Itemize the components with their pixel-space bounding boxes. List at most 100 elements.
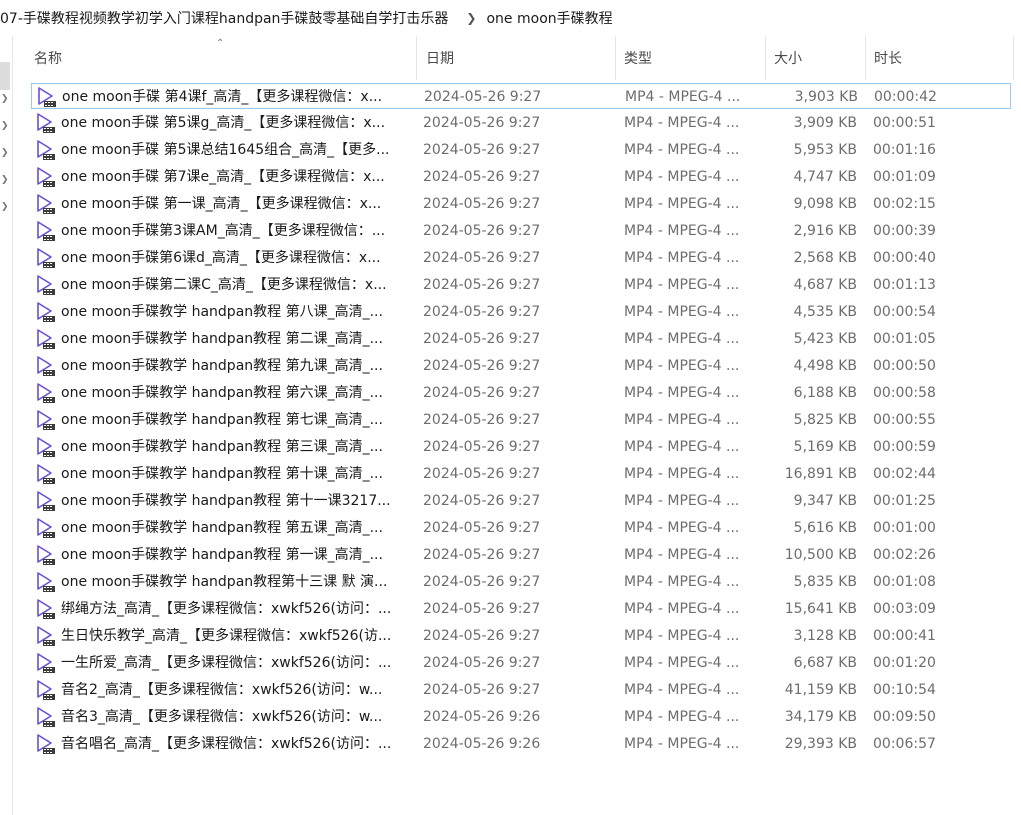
file-row[interactable]: one moon手碟教学 handpan教程 第八课_高清_... 2024-05… [31,299,1011,325]
chevron-right-icon[interactable]: ❯ [452,11,486,25]
file-row[interactable]: one moon手碟教学 handpan教程 第二课_高清_... 2024-05… [31,326,1011,352]
file-row[interactable]: one moon手碟教学 handpan教程 第九课_高清_... 2024-05… [31,353,1011,379]
file-name: 绑绳方法_高清_【更多课程微信：xwkf526(访问：... [61,601,392,617]
file-row[interactable]: one moon手碟教学 handpan教程 第七课_高清_... 2024-05… [31,407,1011,433]
file-size: 2,568 KB [793,250,857,266]
file-row[interactable]: one moon手碟教学 handpan教程 第十一课3217... 2024-0… [31,488,1011,514]
file-row[interactable]: 音名2_高清_【更多课程微信：xwkf526(访问：w... 2024-05-26… [31,677,1011,703]
file-name: one moon手碟教学 handpan教程 第九课_高清_... [61,358,383,374]
file-row[interactable]: 音名3_高清_【更多课程微信：xwkf526(访问：w... 2024-05-26… [31,704,1011,730]
file-row[interactable]: one moon手碟 第5课总结1645组合_高清_【更多... 2024-05-… [31,137,1011,163]
video-file-icon [34,382,56,404]
file-name: one moon手碟教学 handpan教程 第二课_高清_... [61,331,383,347]
breadcrumb-current[interactable]: one moon手碟教程 [486,8,616,28]
file-type: MP4 - MPEG-4 ... [625,89,741,105]
file-type: MP4 - MPEG-4 ... [624,196,740,212]
file-date: 2024-05-26 9:26 [423,709,541,725]
file-duration: 00:01:20 [873,655,936,671]
chevron-right-icon[interactable]: ❯ [1,94,9,104]
video-file-icon [34,274,56,296]
file-row[interactable]: one moon手碟教学 handpan教程第十三课 默 演... 2024-05… [31,569,1011,595]
file-type: MP4 - MPEG-4 ... [624,520,740,536]
video-file-icon [34,139,56,161]
file-row[interactable]: one moon手碟教学 handpan教程 第六课_高清_... 2024-05… [31,380,1011,406]
video-file-icon [34,166,56,188]
file-size: 5,616 KB [793,520,857,536]
file-name: one moon手碟教学 handpan教程 第一课_高清_... [61,547,383,563]
file-name: one moon手碟教学 handpan教程 第七课_高清_... [61,412,383,428]
chevron-right-icon[interactable]: ❯ [1,121,9,131]
file-row[interactable]: one moon手碟 第7课e_高清_【更多课程微信：x... 2024-05-2… [31,164,1011,190]
file-size: 5,825 KB [793,412,857,428]
chevron-right-icon[interactable]: ❯ [1,202,9,212]
file-type: MP4 - MPEG-4 ... [624,115,740,131]
file-type: MP4 - MPEG-4 ... [624,223,740,239]
file-type: MP4 - MPEG-4 ... [624,628,740,644]
file-date: 2024-05-26 9:27 [423,196,541,212]
video-file-icon [34,544,56,566]
file-row[interactable]: 绑绳方法_高清_【更多课程微信：xwkf526(访问：... 2024-05-26… [31,596,1011,622]
column-header-duration[interactable]: 时长 [862,36,1014,80]
column-header-type[interactable]: 类型 [612,36,766,80]
file-date: 2024-05-26 9:27 [423,655,541,671]
file-name: one moon手碟教学 handpan教程 第六课_高清_... [61,385,383,401]
file-size: 34,179 KB [784,709,857,725]
file-row[interactable]: one moon手碟教学 handpan教程 第五课_高清_... 2024-05… [31,515,1011,541]
file-type: MP4 - MPEG-4 ... [624,682,740,698]
file-date: 2024-05-26 9:27 [424,89,542,105]
file-row[interactable]: one moon手碟教学 handpan教程 第一课_高清_... 2024-05… [31,542,1011,568]
chevron-right-icon[interactable]: ❯ [1,175,9,185]
file-size: 3,128 KB [793,628,857,644]
navigation-pane: ❯ ❯ ❯ ❯ ❯ [0,36,13,815]
file-duration: 00:01:13 [873,277,936,293]
nav-selected-item[interactable] [0,62,10,90]
file-date: 2024-05-26 9:27 [423,250,541,266]
file-row[interactable]: one moon手碟 第5课g_高清_【更多课程微信：x... 2024-05-2… [31,110,1011,136]
chevron-right-icon[interactable]: ❯ [1,148,9,158]
file-row[interactable]: 音名唱名_高清_【更多课程微信：xwkf526(访问：... 2024-05-26… [31,731,1011,757]
file-size: 4,535 KB [793,304,857,320]
column-header-date[interactable]: 日期 [414,36,616,80]
column-date-label: 日期 [426,51,454,67]
file-row[interactable]: one moon手碟第6课d_高清_【更多课程微信：x... 2024-05-26… [31,245,1011,271]
file-row[interactable]: one moon手碟教学 handpan教程 第三课_高清_... 2024-05… [31,434,1011,460]
file-date: 2024-05-26 9:27 [423,142,541,158]
file-row[interactable]: 生日快乐教学_高清_【更多课程微信：xwkf526(访... 2024-05-26… [31,623,1011,649]
file-row[interactable]: one moon手碟教学 handpan教程 第十课_高清_... 2024-05… [31,461,1011,487]
file-duration: 00:06:57 [873,736,936,752]
video-file-icon [34,679,56,701]
file-date: 2024-05-26 9:27 [423,493,541,509]
file-type: MP4 - MPEG-4 ... [624,331,740,347]
file-type: MP4 - MPEG-4 ... [624,142,740,158]
file-name: 生日快乐教学_高清_【更多课程微信：xwkf526(访... [61,628,392,644]
file-row[interactable]: one moon手碟 第4课f_高清_【更多课程微信：x... 2024-05-2… [31,83,1011,109]
file-name: one moon手碟 第5课g_高清_【更多课程微信：x... [61,115,386,131]
file-type: MP4 - MPEG-4 ... [624,655,740,671]
file-size: 41,159 KB [784,682,857,698]
file-name: one moon手碟教学 handpan教程 第十课_高清_... [61,466,383,482]
file-duration: 00:01:08 [873,574,936,590]
video-file-icon [34,328,56,350]
breadcrumb: 07-手碟教程视频教学初学入门课程handpan手碟鼓零基础自学打击乐器 ❯ o… [0,0,1021,36]
column-header-name[interactable]: 名称 [22,36,417,80]
file-duration: 00:01:05 [873,331,936,347]
column-header-size[interactable]: 大小 [762,36,866,80]
file-duration: 00:00:59 [873,439,936,455]
file-size: 4,687 KB [793,277,857,293]
breadcrumb-parent[interactable]: 07-手碟教程视频教学初学入门课程handpan手碟鼓零基础自学打击乐器 [0,8,452,28]
column-header: ⌃ 名称 日期 类型 大小 时长 [22,36,1021,80]
file-row[interactable]: 一生所爱_高清_【更多课程微信：xwkf526(访问：... 2024-05-26… [31,650,1011,676]
video-file-icon [34,409,56,431]
file-date: 2024-05-26 9:27 [423,466,541,482]
file-row[interactable]: one moon手碟 第一课_高清_【更多课程微信：x... 2024-05-26… [31,191,1011,217]
file-date: 2024-05-26 9:27 [423,115,541,131]
file-size: 16,891 KB [784,466,857,482]
file-type: MP4 - MPEG-4 ... [624,385,740,401]
file-row[interactable]: one moon手碟第二课C_高清_【更多课程微信：x... 2024-05-26… [31,272,1011,298]
file-name: one moon手碟教学 handpan教程 第五课_高清_... [61,520,383,536]
file-duration: 00:02:15 [873,196,936,212]
file-size: 29,393 KB [784,736,857,752]
file-name: 音名3_高清_【更多课程微信：xwkf526(访问：w... [61,709,383,725]
file-row[interactable]: one moon手碟第3课AM_高清_【更多课程微信：... 2024-05-26… [31,218,1011,244]
file-type: MP4 - MPEG-4 ... [624,547,740,563]
